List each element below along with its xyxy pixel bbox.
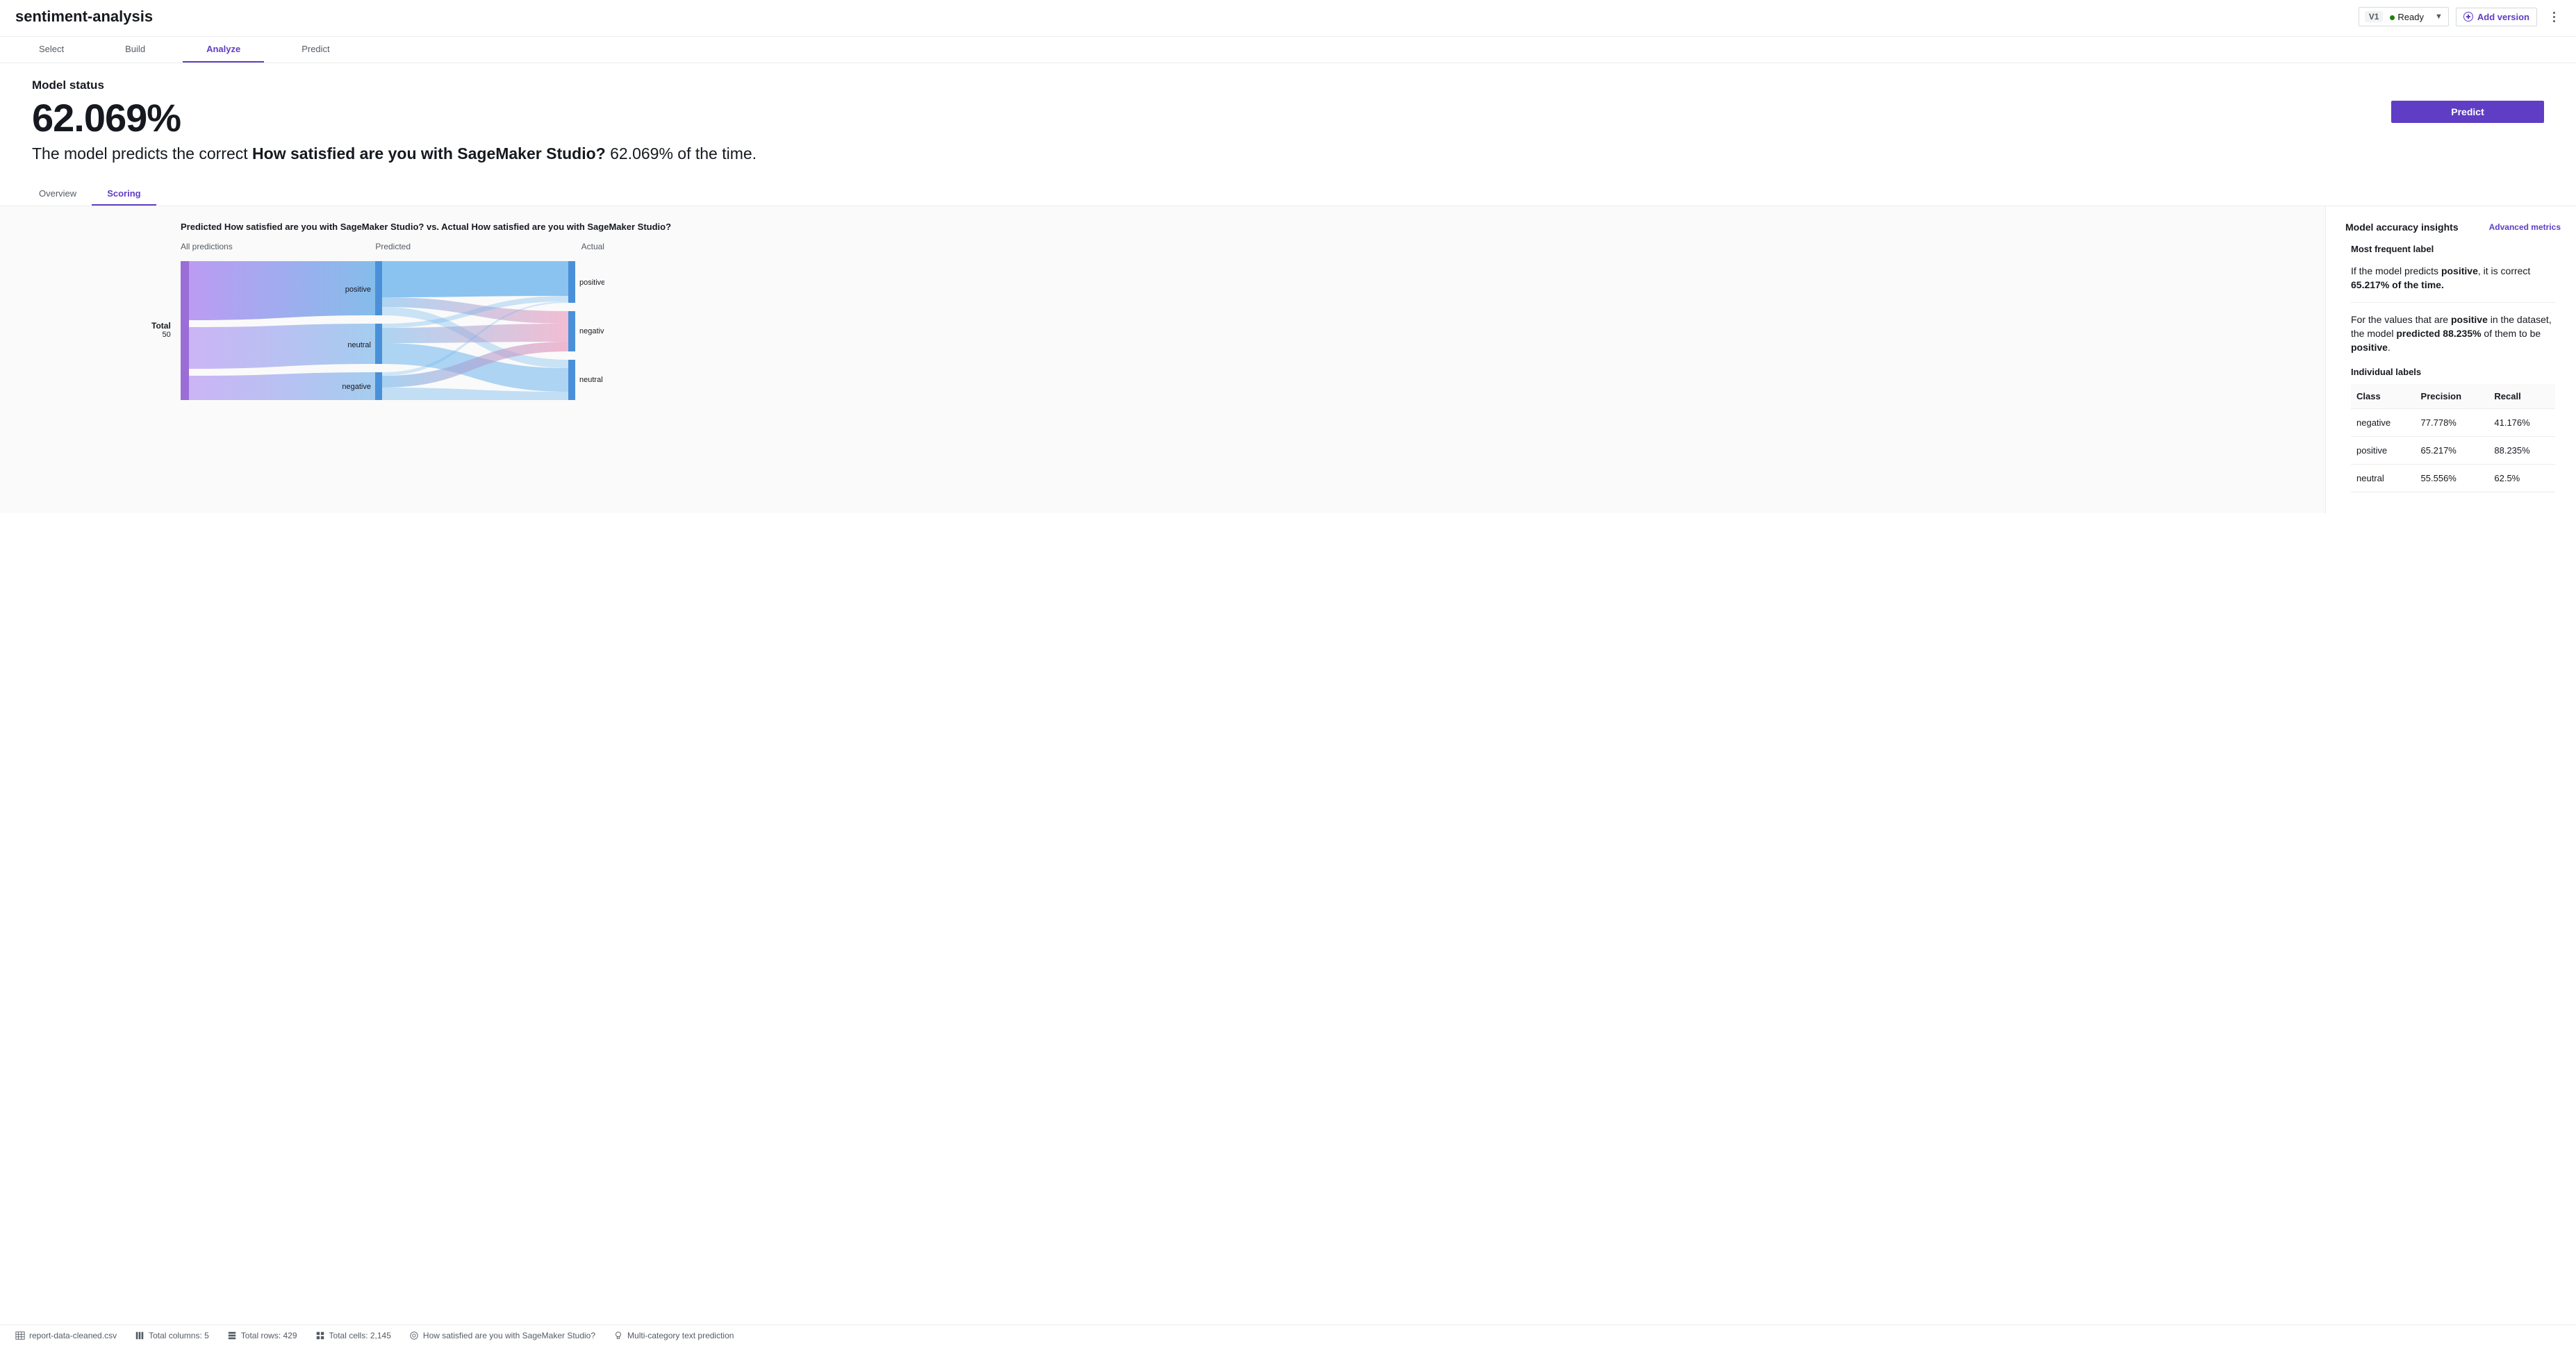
tab-build[interactable]: Build xyxy=(101,37,169,63)
sankey-total-label: Total 50 xyxy=(151,321,171,339)
tab-predict[interactable]: Predict xyxy=(278,37,353,63)
top-actions: V1 Ready ▼ Add version xyxy=(2359,7,2561,26)
page-title: sentiment-analysis xyxy=(15,8,153,26)
th-recall: Recall xyxy=(2488,384,2555,409)
svg-text:neutral: neutral xyxy=(579,376,603,384)
add-version-label: Add version xyxy=(2477,12,2529,22)
tab-analyze[interactable]: Analyze xyxy=(183,37,264,63)
scoring-area: Predicted How satisfied are you with Sag… xyxy=(0,206,2576,513)
subtab-scoring[interactable]: Scoring xyxy=(92,183,156,206)
subtabs: Overview Scoring xyxy=(0,183,2576,206)
table-header-row: Class Precision Recall xyxy=(2351,384,2555,409)
subtab-overview[interactable]: Overview xyxy=(24,183,92,206)
footer-rows: Total rows: 429 xyxy=(227,1331,297,1340)
individual-labels-heading: Individual labels xyxy=(2351,367,2555,377)
footer-cells: Total cells: 2,145 xyxy=(315,1331,391,1340)
advanced-metrics-link[interactable]: Advanced metrics xyxy=(2489,222,2561,232)
svg-text:negative: negative xyxy=(342,383,371,391)
bulb-icon xyxy=(613,1331,623,1340)
svg-text:positive: positive xyxy=(345,285,371,294)
sankey-col-all: All predictions xyxy=(181,242,233,251)
sankey-col-predicted: Predicted xyxy=(375,242,411,251)
sankey-svg: positive neutral negative positive negat… xyxy=(181,261,604,407)
table-icon xyxy=(15,1331,25,1340)
footer-file: report-data-cleaned.csv xyxy=(15,1331,117,1340)
topbar: sentiment-analysis V1 Ready ▼ Add versio… xyxy=(0,0,2576,37)
chevron-down-icon: ▼ xyxy=(2435,13,2443,21)
kebab-menu-button[interactable] xyxy=(2547,8,2561,25)
insight-text-2: For the values that are positive in the … xyxy=(2351,313,2555,355)
footer-target: How satisfied are you with SageMaker Stu… xyxy=(409,1331,595,1340)
th-precision: Precision xyxy=(2416,384,2489,409)
model-status: Model status 62.069% Predict The model p… xyxy=(0,78,2576,163)
table-row: neutral 55.556% 62.5% xyxy=(2351,465,2555,492)
insight-text-1: If the model predicts positive, it is co… xyxy=(2351,264,2555,292)
sankey-title: Predicted How satisfied are you with Sag… xyxy=(181,222,2304,232)
predict-button[interactable]: Predict xyxy=(2391,101,2544,123)
sankey-headers: All predictions Predicted Actual xyxy=(181,242,604,251)
labels-table: Class Precision Recall negative 77.778% … xyxy=(2351,384,2555,492)
footer-type: Multi-category text prediction xyxy=(613,1331,734,1340)
insights-heading: Model accuracy insights xyxy=(2345,222,2459,233)
insights-pane: Model accuracy insights Advanced metrics… xyxy=(2326,206,2576,513)
table-row: positive 65.217% 88.235% xyxy=(2351,437,2555,465)
most-frequent-label-heading: Most frequent label xyxy=(2351,244,2561,254)
divider xyxy=(2351,302,2555,303)
status-description: The model predicts the correct How satis… xyxy=(32,144,2544,163)
main-tabs: Select Build Analyze Predict xyxy=(0,37,2576,63)
grid-icon xyxy=(315,1331,325,1340)
footer-cols: Total columns: 5 xyxy=(135,1331,209,1340)
accuracy-value: 62.069% xyxy=(32,95,181,140)
tab-select[interactable]: Select xyxy=(15,37,88,63)
sankey-pane: Predicted How satisfied are you with Sag… xyxy=(0,206,2326,513)
content: Model status 62.069% Predict The model p… xyxy=(0,63,2576,513)
version-badge: V1 xyxy=(2365,11,2384,22)
plus-circle-icon xyxy=(2463,12,2473,22)
model-status-heading: Model status xyxy=(32,78,2544,92)
svg-text:neutral: neutral xyxy=(347,341,371,349)
svg-text:positive: positive xyxy=(579,279,604,287)
svg-text:negative: negative xyxy=(579,327,604,335)
table-row: negative 77.778% 41.176% xyxy=(2351,409,2555,437)
sankey-col-actual: Actual xyxy=(581,242,604,251)
add-version-button[interactable]: Add version xyxy=(2456,8,2537,26)
target-icon xyxy=(409,1331,419,1340)
rows-icon xyxy=(227,1331,237,1340)
status-bar: report-data-cleaned.csv Total columns: 5… xyxy=(0,1324,2576,1346)
sankey-chart: Total 50 xyxy=(181,261,2304,409)
columns-icon xyxy=(135,1331,145,1340)
ready-status: Ready xyxy=(2390,12,2424,22)
version-select[interactable]: V1 Ready ▼ xyxy=(2359,7,2449,26)
th-class: Class xyxy=(2351,384,2416,409)
